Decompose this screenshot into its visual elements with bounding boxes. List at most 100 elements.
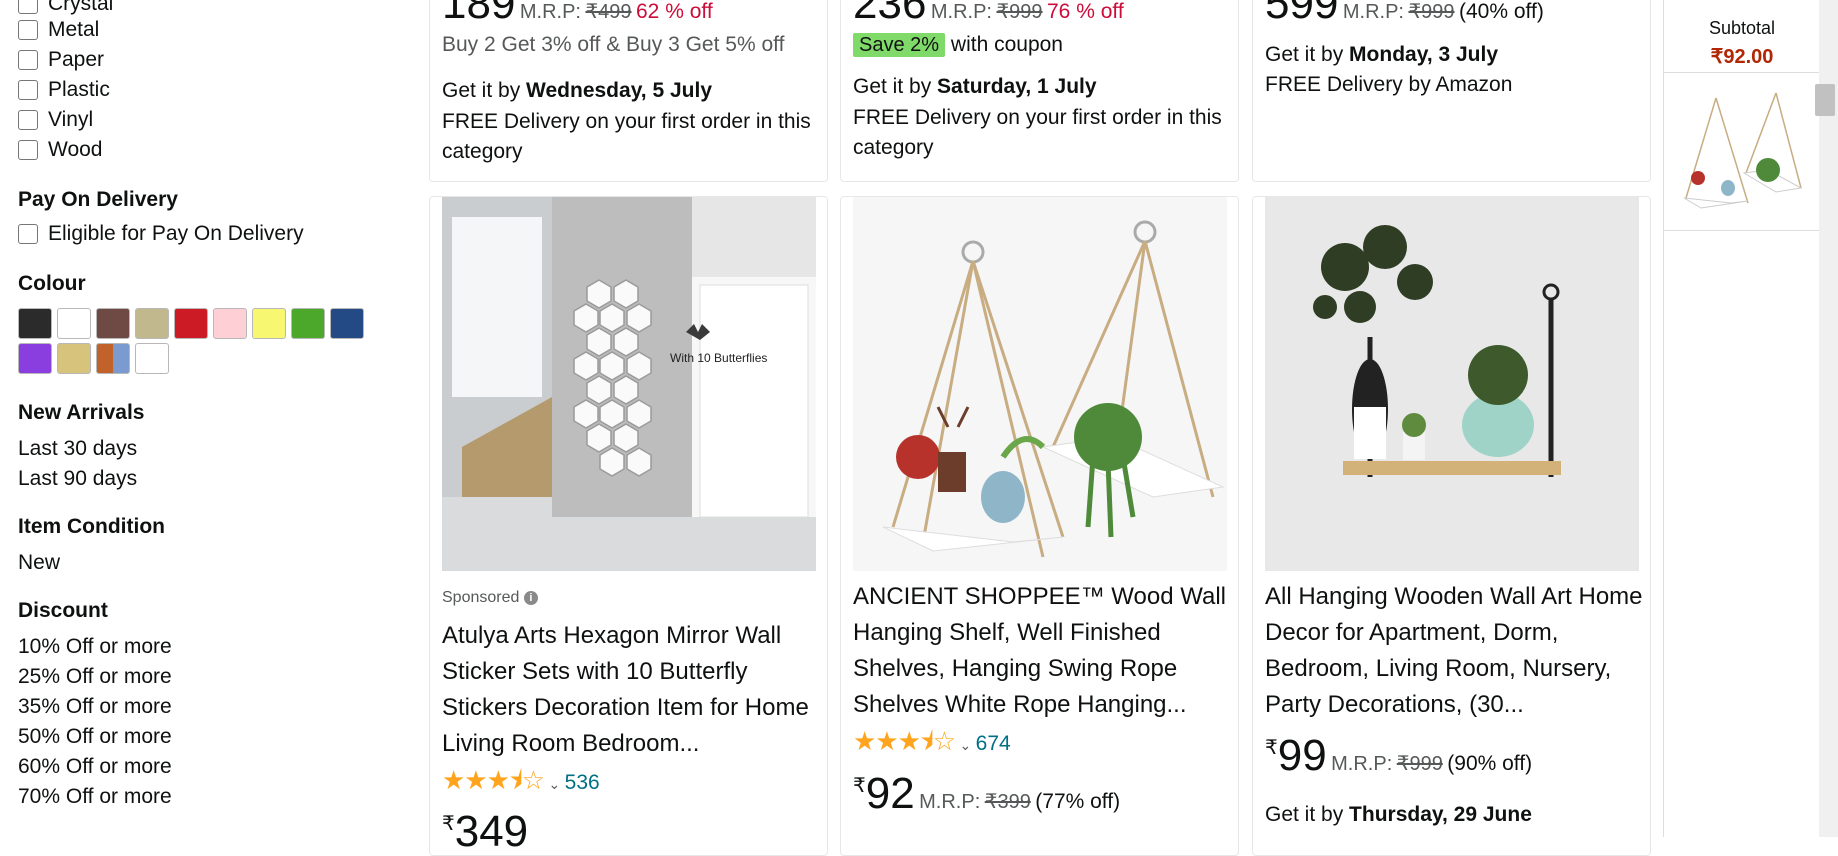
mrp-label: M.R.P: [1342,1,1404,23]
info-icon[interactable]: i [523,590,538,605]
offer-text: Buy 2 Get 3% off & Buy 3 Get 5% off [442,33,785,56]
filter-last-30-days[interactable]: Last 30 days [18,437,137,461]
product-image[interactable]: With 10 Butterflies [442,197,816,571]
currency-symbol: ₹ [442,813,455,835]
filter-pay-on-delivery[interactable]: Eligible for Pay On Delivery [18,222,304,246]
price: 349 [454,807,529,856]
product-card: 599 M.R.P: ₹999 (40% off) Get it by Mond… [1252,0,1651,182]
colour-swatch[interactable] [96,343,130,374]
discount-percent: (90% off) [1447,752,1533,775]
filter-discount-50[interactable]: 50% Off or more [18,725,172,749]
colour-swatch[interactable] [291,308,325,339]
mrp-label: M.R.P: [519,1,581,23]
colour-swatch[interactable] [213,308,247,339]
filter-material-crystal[interactable]: Crystal [18,0,113,16]
price: 599 [1265,0,1339,28]
filter-label: Metal [48,18,100,41]
filter-material-wood[interactable]: Wood [18,138,102,162]
filter-label: Vinyl [48,108,94,131]
colour-swatch[interactable] [252,308,286,339]
filter-material-metal[interactable]: Metal [18,18,99,42]
divider [1664,230,1820,231]
cart-item-thumbnail[interactable] [1676,88,1806,218]
colour-swatch[interactable] [330,308,364,339]
delivery-note: FREE Delivery on your first order in thi… [853,106,1222,159]
colour-swatch[interactable] [18,343,52,374]
rating-row[interactable]: ★★★⯨☆ ⌄ 536 [442,762,600,806]
mrp-label: M.R.P: [1331,753,1393,775]
product-image[interactable] [1265,197,1639,571]
mrp-value: ₹499 [585,1,632,23]
colour-heading: Colour [18,272,86,295]
colour-swatch[interactable] [57,343,91,374]
filter-label: Paper [48,48,105,71]
mrp-value: ₹399 [984,791,1031,813]
pay-on-delivery-heading: Pay On Delivery [18,188,178,211]
mrp-label: M.R.P: [930,1,992,23]
mrp-value: ₹999 [996,1,1043,23]
filter-discount-60[interactable]: 60% Off or more [18,755,172,779]
filter-label: Crystal [48,0,114,15]
product-image[interactable] [853,197,1227,571]
delivery-prefix: Get it by [1265,803,1344,826]
rating-row[interactable]: ★★★⯨☆ ⌄ 674 [853,723,1011,767]
subtotal-label: Subtotal [1708,18,1776,38]
filter-material-vinyl[interactable]: Vinyl [18,108,93,132]
colour-swatch[interactable] [96,308,130,339]
filter-discount-35[interactable]: 35% Off or more [18,695,172,719]
product-title-link[interactable]: ANCIENT SHOPPEE™ Wood Wall Hanging Shelf… [853,579,1238,723]
product-title-link[interactable]: All Hanging Wooden Wall Art Home Decor f… [1265,579,1650,723]
coupon-badge[interactable]: Save 2% [853,33,946,57]
subtotal-amount: ₹92.00 [1710,46,1774,68]
mrp-value: ₹999 [1396,753,1443,775]
currency-symbol: ₹ [1265,737,1278,759]
filter-last-90-days[interactable]: Last 90 days [18,467,137,491]
colour-swatch[interactable] [135,343,169,374]
filter-material-plastic[interactable]: Plastic [18,78,110,102]
filter-label: Plastic [48,78,110,101]
coupon-line[interactable]: Save 2% with coupon [853,33,1063,57]
price-line: ₹92 M.R.P: ₹399 (77% off) [853,769,1120,819]
delivery-prefix: Get it by [442,79,521,102]
star-rating[interactable]: ★★★⯨☆ [853,726,956,756]
price: 92 [865,769,915,818]
colour-swatch[interactable] [18,308,52,339]
cart-panel: Subtotal ₹92.00 [1663,0,1820,837]
delivery-date-value: Saturday, 1 July [937,75,1097,98]
checkbox[interactable] [18,50,38,70]
checkbox[interactable] [18,224,38,244]
checkbox[interactable] [18,80,38,100]
wooden-shelf-image [1265,197,1639,571]
product-title-link[interactable]: Atulya Arts Hexagon Mirror Wall Sticker … [442,618,827,762]
colour-swatch[interactable] [174,308,208,339]
scrollbar[interactable] [1819,0,1838,837]
star-rating[interactable]: ★★★⯨☆ [442,765,545,795]
checkbox[interactable] [18,110,38,130]
filter-sidebar: Crystal Metal Paper Plastic Vinyl Wood P… [0,0,420,837]
filter-label: Wood [48,138,103,161]
chevron-down-icon[interactable]: ⌄ [548,776,560,792]
scrollbar-thumb[interactable] [1815,84,1835,116]
colour-swatch[interactable] [57,308,91,339]
price: 189 [442,0,516,28]
checkbox[interactable] [18,0,38,14]
product-card: With 10 Butterflies Sponsored i Atulya A… [429,196,828,856]
sponsored-label[interactable]: Sponsored i [442,589,538,607]
mrp-label: M.R.P: [919,791,981,813]
filter-condition-new[interactable]: New [18,551,60,575]
colour-swatch[interactable] [135,308,169,339]
product-card: All Hanging Wooden Wall Art Home Decor f… [1252,196,1651,856]
delivery-note: FREE Delivery on your first order in thi… [442,110,811,163]
delivery-date-value: Wednesday, 5 July [526,79,713,102]
price-line: 189 M.R.P: ₹499 62 % off [442,0,713,29]
filter-discount-10[interactable]: 10% Off or more [18,635,172,659]
sponsored-text: Sponsored [442,589,520,606]
chevron-down-icon[interactable]: ⌄ [959,737,971,753]
checkbox[interactable] [18,20,38,40]
filter-material-paper[interactable]: Paper [18,48,104,72]
checkbox[interactable] [18,140,38,160]
filter-discount-25[interactable]: 25% Off or more [18,665,172,689]
rating-count-link[interactable]: 536 [565,771,600,794]
rating-count-link[interactable]: 674 [976,732,1011,755]
filter-discount-70[interactable]: 70% Off or more [18,785,172,809]
